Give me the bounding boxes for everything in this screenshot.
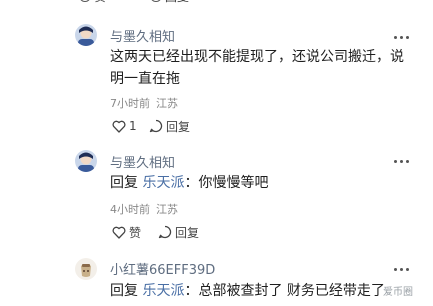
heart-icon: [112, 226, 126, 239]
like-label: 赞: [129, 225, 142, 240]
more-options-icon[interactable]: [394, 158, 412, 164]
reply-prefix: 回复: [110, 175, 138, 191]
avatar[interactable]: [75, 150, 97, 172]
comment-text-content: ：总部被查封了 财务已经带走了: [184, 283, 385, 299]
reply-prefix: 回复: [110, 283, 138, 299]
avatar[interactable]: [75, 258, 97, 280]
more-options-icon[interactable]: [394, 266, 412, 272]
watermark: 爱币圈: [383, 287, 413, 298]
comment-text: 回复 乐天派：你慢慢等吧: [110, 172, 410, 194]
comment-text-line: 这两天已经出现不能提现了，还说公司搬迁，说: [110, 49, 404, 65]
comment-text-content: ：你慢慢等吧: [184, 175, 269, 191]
reply-button[interactable]: 回复: [149, 118, 190, 134]
reply-button[interactable]: 回复: [158, 224, 199, 240]
like-icon[interactable]: [79, 0, 91, 2]
comment-username[interactable]: 小红薯66EFF39D: [110, 259, 215, 278]
comment-text-line: 明一直在拖: [110, 71, 180, 87]
reply-label: 回复: [166, 119, 191, 134]
like-button[interactable]: 1: [112, 118, 137, 134]
reply-bubble-icon: [158, 225, 172, 239]
reply-target-user[interactable]: 乐天派: [142, 175, 184, 191]
previous-comment-actions: 赞 回复: [0, 0, 433, 8]
comment-meta: 4小时前 江苏: [110, 201, 178, 217]
comment-location: 江苏: [156, 203, 178, 216]
heart-icon: [112, 120, 126, 133]
comment-time: 7小时前: [110, 97, 150, 110]
like-label[interactable]: 赞: [94, 0, 106, 5]
comment-time: 4小时前: [110, 203, 150, 216]
reply-label: 回复: [175, 225, 200, 240]
reply-bubble-icon: [149, 119, 163, 133]
like-button[interactable]: 赞: [112, 224, 141, 240]
more-options-icon[interactable]: [394, 34, 412, 40]
comment-text: 这两天已经出现不能提现了，还说公司搬迁，说 明一直在拖: [110, 46, 410, 90]
like-count: 1: [129, 119, 137, 133]
comment-location: 江苏: [156, 97, 178, 110]
comment-meta: 7小时前 江苏: [110, 95, 178, 111]
reply-icon[interactable]: [150, 0, 162, 2]
reply-target-user[interactable]: 乐天派: [142, 283, 184, 299]
reply-label[interactable]: 回复: [165, 0, 189, 5]
comment-text: 回复 乐天派：总部被查封了 财务已经带走了: [110, 280, 410, 302]
comment-username[interactable]: 与墨久相知: [110, 26, 175, 45]
comment-username[interactable]: 与墨久相知: [110, 152, 175, 171]
avatar[interactable]: [75, 24, 97, 46]
